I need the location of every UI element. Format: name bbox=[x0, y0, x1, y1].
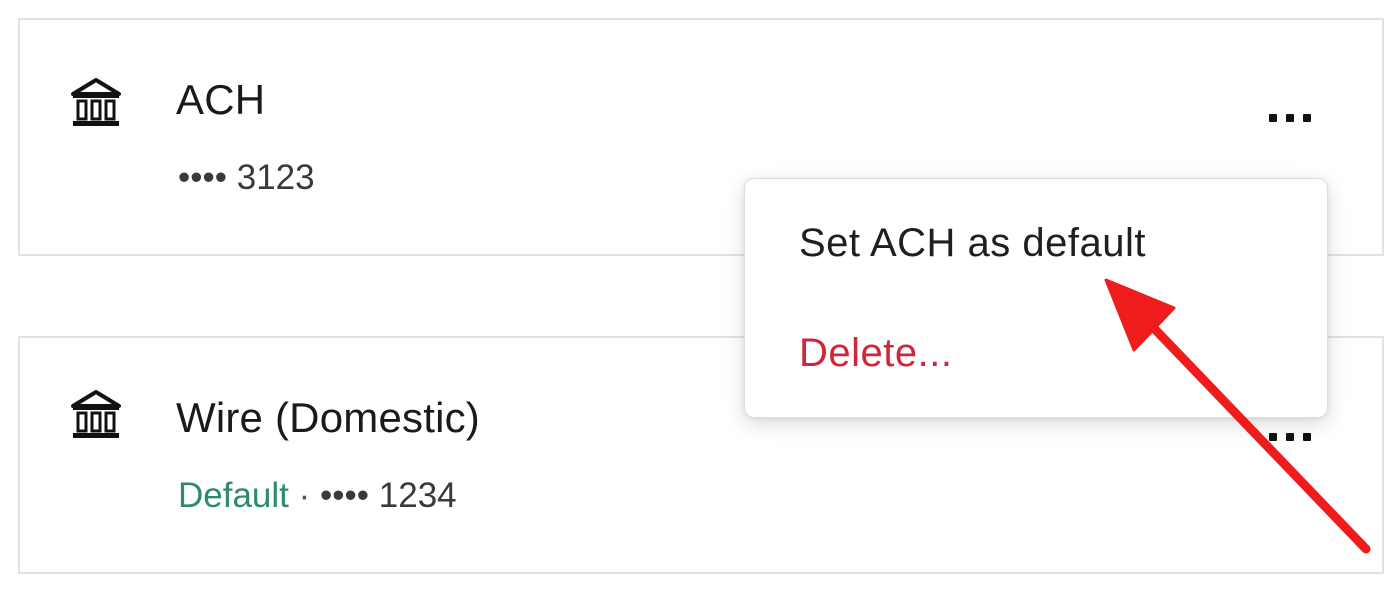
payment-method-account: •••• 3123 bbox=[178, 158, 315, 198]
context-menu: Set ACH as default Delete... bbox=[744, 178, 1328, 418]
more-options-icon[interactable] bbox=[1260, 103, 1320, 133]
payment-methods-page: ACH •••• 3123 Wire (Domestic) Default · … bbox=[0, 0, 1400, 604]
more-options-icon[interactable] bbox=[1260, 422, 1320, 452]
bank-icon bbox=[71, 78, 121, 126]
masked-account-dots: •••• bbox=[178, 158, 237, 197]
delete-menu-item[interactable]: Delete... bbox=[799, 331, 952, 376]
payment-method-title: Wire (Domestic) bbox=[176, 394, 480, 441]
set-default-menu-item[interactable]: Set ACH as default bbox=[799, 221, 1146, 266]
payment-method-title: ACH bbox=[176, 76, 266, 123]
account-last4: 3123 bbox=[236, 158, 315, 197]
default-badge: Default bbox=[178, 476, 289, 515]
bank-icon bbox=[71, 390, 121, 438]
separator: · bbox=[288, 476, 321, 515]
payment-method-account: Default · •••• 1234 bbox=[178, 476, 457, 516]
account-last4: 1234 bbox=[378, 476, 457, 515]
masked-account-dots: •••• bbox=[320, 476, 379, 515]
